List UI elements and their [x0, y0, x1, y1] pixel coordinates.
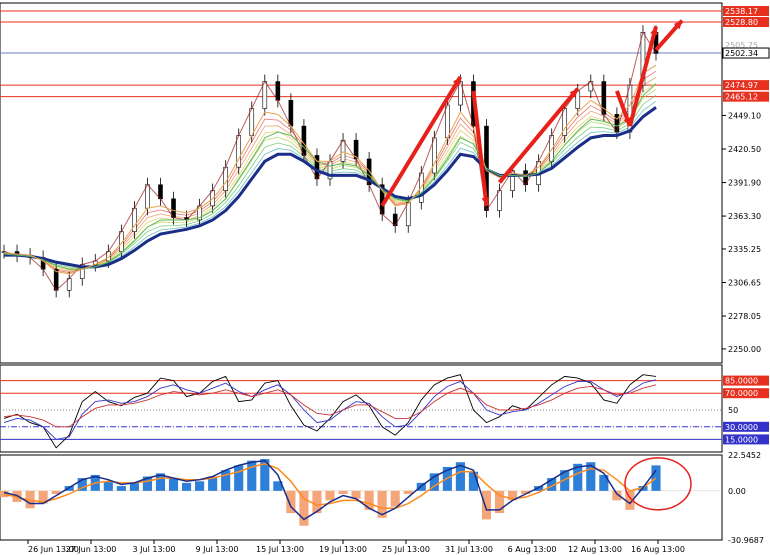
slow-moving-average-line — [4, 106, 657, 269]
oscillator-y-tick-label: -30.9687 — [728, 536, 764, 545]
oscillator-y-tick-label: 0.00 — [728, 487, 746, 496]
x-tick-label: 16 Aug 13:00 — [631, 545, 685, 554]
chart-canvas[interactable]: 2250.00 2278.05 2306.65 2335.25 2363.30 2391.… — [0, 0, 770, 555]
candle-body — [445, 104, 450, 139]
x-tick-label: 15 Jul 13:00 — [256, 545, 304, 554]
price-y-tick-label: 2449.10 — [728, 111, 761, 120]
x-tick-label: 25 Jul 13:00 — [382, 545, 430, 554]
candle-body — [432, 137, 437, 174]
oscillator-bar — [390, 490, 400, 507]
price-y-tick-label: 2363.30 — [728, 212, 761, 221]
price-y-tick-label: 2250.00 — [728, 345, 761, 354]
x-tick-label: 3 Jul 13:00 — [133, 545, 176, 554]
candle-body — [262, 81, 268, 109]
stochastic-level-label: 15.0000 — [725, 435, 758, 444]
oscillator-bar — [195, 481, 205, 491]
price-level-label: 2465.12 — [725, 93, 758, 102]
price-y-tick-label: 2391.90 — [728, 179, 761, 188]
stochastic-level-label: 30.0000 — [725, 423, 758, 432]
oscillator-bar — [364, 490, 374, 510]
chart-window: 2250.00 2278.05 2306.65 2335.25 2363.30 2391.… — [0, 0, 770, 555]
oscillator-y-tick-label: 22.5452 — [728, 451, 761, 460]
current-price-label: 2502.34 — [725, 49, 758, 58]
candle-body — [301, 125, 307, 156]
oscillator-bar — [247, 460, 257, 491]
oscillator-bar — [168, 478, 179, 491]
x-tick-label: 31 Jul 13:00 — [445, 545, 493, 554]
x-tick-label: 19 Jul 13:00 — [319, 545, 367, 554]
price-y-tick-label: 2278.05 — [728, 312, 761, 321]
x-tick-label: 12 Aug 13:00 — [568, 545, 622, 554]
oscillator-bar — [325, 490, 335, 501]
price-panel-frame — [0, 2, 723, 364]
price-y-tick-label: 2420.50 — [728, 145, 761, 154]
stochastic-level-label: 70.0000 — [725, 389, 758, 398]
oscillator-bar — [103, 481, 113, 491]
x-tick-label: 9 Jul 13:00 — [196, 545, 239, 554]
x-tick-label: 6 Aug 13:00 — [508, 545, 557, 554]
oscillator-bar — [221, 470, 231, 491]
oscillator-bar — [116, 486, 126, 491]
price-level-label: 2528.80 — [725, 18, 758, 27]
stochastic-line — [3, 374, 657, 449]
stochastic-level-label: 50 — [728, 406, 738, 415]
oscillator-bar — [234, 465, 244, 491]
candle-body — [249, 108, 255, 136]
price-level-label: 2538.17 — [725, 7, 758, 16]
x-tick-label: 27 Jun 13:00 — [66, 545, 117, 554]
oscillator-bar — [181, 482, 192, 491]
stochastic-level-label: 85.0000 — [725, 377, 758, 386]
oscillator-bar — [129, 482, 139, 491]
oscillator-bar — [338, 490, 348, 494]
oscillator-macd-line — [3, 459, 657, 521]
price-level-label: 2474.97 — [725, 81, 758, 90]
oscillator-bar — [481, 490, 492, 520]
price-y-tick-label: 2335.25 — [728, 245, 761, 254]
price-y-tick-label: 2306.65 — [728, 278, 761, 287]
oscillator-bar — [299, 490, 309, 526]
